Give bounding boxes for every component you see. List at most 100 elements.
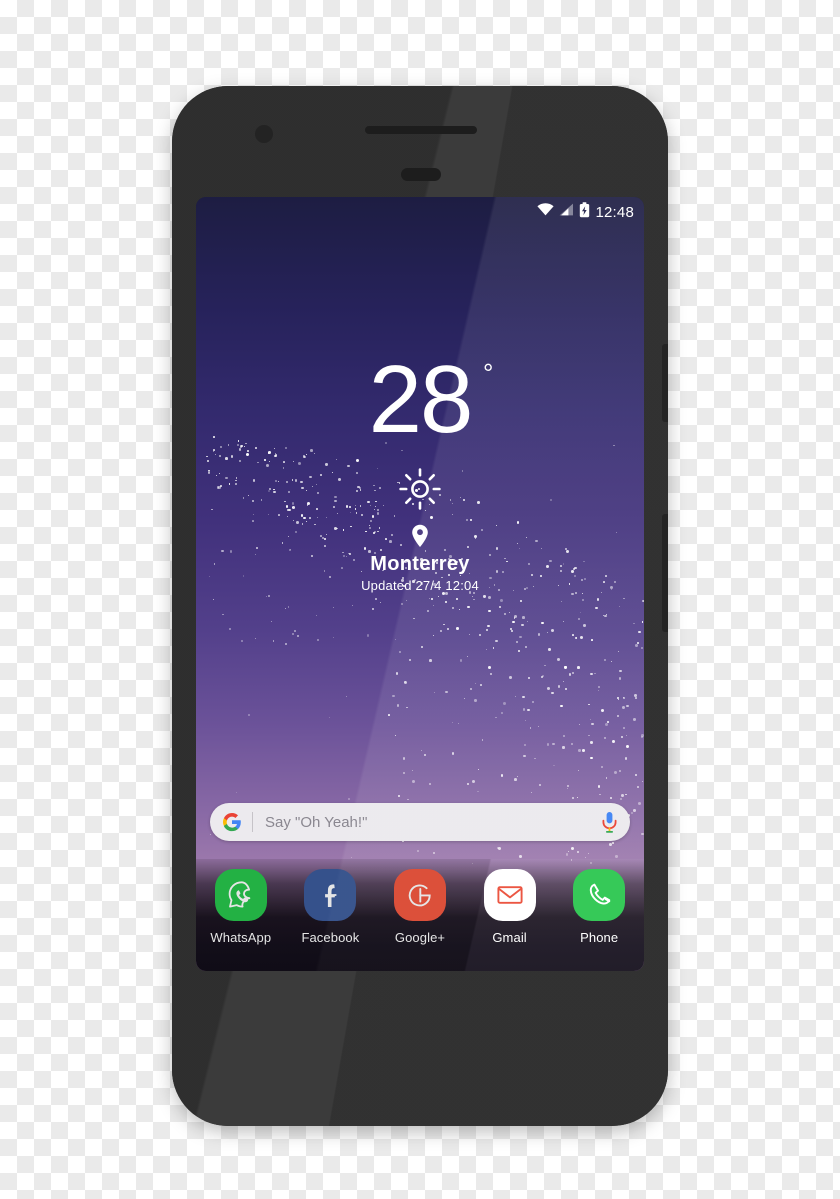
- star: [604, 737, 606, 739]
- star: [551, 691, 554, 695]
- star: [460, 659, 463, 662]
- star: [347, 798, 350, 800]
- weather-widget[interactable]: 28 ° Monterrey Updated 27/4 12:04: [196, 352, 644, 594]
- star: [406, 599, 408, 601]
- star: [467, 606, 470, 609]
- star: [641, 620, 644, 623]
- star: [248, 714, 250, 716]
- star: [618, 606, 620, 608]
- star: [579, 611, 582, 614]
- star: [534, 758, 536, 760]
- star: [577, 666, 580, 669]
- star: [388, 714, 390, 716]
- star: [641, 647, 644, 650]
- star: [440, 629, 443, 632]
- google-mic-icon[interactable]: [601, 811, 618, 833]
- star: [392, 694, 395, 697]
- star: [468, 634, 471, 636]
- star: [565, 688, 567, 691]
- star: [614, 771, 618, 775]
- dock-app-facebook[interactable]: Facebook: [292, 869, 368, 945]
- star: [527, 677, 530, 680]
- facebook-icon[interactable]: [304, 869, 357, 921]
- dock-app-google-plus[interactable]: Google+: [382, 869, 458, 945]
- power-button[interactable]: [662, 344, 668, 422]
- star: [447, 627, 450, 630]
- star: [457, 723, 459, 725]
- status-bar-clock: 12:48: [595, 203, 634, 221]
- star: [471, 596, 473, 598]
- star: [240, 639, 244, 642]
- star: [589, 718, 592, 720]
- location-pin-icon: [411, 524, 429, 548]
- star: [635, 643, 638, 647]
- star: [590, 756, 593, 760]
- star: [466, 656, 468, 658]
- star: [589, 672, 593, 676]
- star: [332, 637, 334, 639]
- star: [525, 719, 527, 721]
- star: [633, 622, 635, 625]
- search-input[interactable]: Say "Oh Yeah!": [265, 814, 601, 831]
- dock-app-phone[interactable]: Phone: [561, 869, 637, 945]
- star: [477, 790, 479, 793]
- star: [222, 613, 224, 616]
- star: [352, 604, 354, 606]
- weather-city: Monterrey: [370, 553, 470, 575]
- volume-button[interactable]: [662, 514, 668, 632]
- star: [407, 798, 409, 801]
- dock-app-label: Gmail: [492, 930, 527, 945]
- whatsapp-icon[interactable]: [214, 869, 267, 921]
- star: [488, 609, 491, 613]
- star: [480, 683, 482, 686]
- star: [591, 639, 593, 641]
- dock-app-whatsapp[interactable]: WhatsApp: [203, 869, 279, 945]
- star: [421, 749, 423, 751]
- star: [432, 604, 435, 607]
- star: [604, 614, 607, 618]
- google-search-bar[interactable]: Say "Oh Yeah!": [210, 803, 630, 841]
- dock-app-gmail[interactable]: Gmail: [472, 869, 548, 945]
- gmail-icon[interactable]: [483, 869, 536, 921]
- star: [612, 740, 615, 743]
- star: [500, 774, 504, 777]
- phone-icon[interactable]: [573, 869, 626, 921]
- star: [316, 638, 320, 642]
- star: [636, 642, 639, 644]
- star: [522, 696, 525, 699]
- star: [626, 734, 628, 736]
- dock-app-label: WhatsApp: [210, 930, 272, 945]
- star: [433, 691, 436, 694]
- star: [272, 640, 275, 642]
- star: [637, 785, 639, 788]
- star: [430, 597, 433, 601]
- star: [605, 777, 607, 779]
- star: [398, 650, 401, 653]
- star: [620, 797, 623, 800]
- star: [619, 770, 622, 772]
- star: [500, 711, 503, 714]
- star: [577, 617, 580, 620]
- star: [538, 784, 541, 786]
- star: [588, 703, 590, 706]
- star: [413, 617, 416, 620]
- star: [411, 770, 414, 772]
- star: [481, 739, 484, 741]
- star: [557, 685, 561, 688]
- star: [620, 794, 624, 798]
- star: [609, 842, 612, 846]
- star: [432, 634, 435, 637]
- star: [288, 606, 290, 608]
- star: [451, 752, 455, 755]
- star: [575, 637, 578, 639]
- star: [523, 743, 527, 747]
- star: [596, 598, 599, 601]
- google-plus-icon[interactable]: [393, 869, 446, 921]
- star: [511, 620, 515, 624]
- star: [599, 793, 602, 796]
- star: [508, 676, 512, 679]
- star: [641, 735, 644, 738]
- star: [638, 802, 642, 806]
- star: [477, 768, 480, 771]
- star: [529, 727, 532, 729]
